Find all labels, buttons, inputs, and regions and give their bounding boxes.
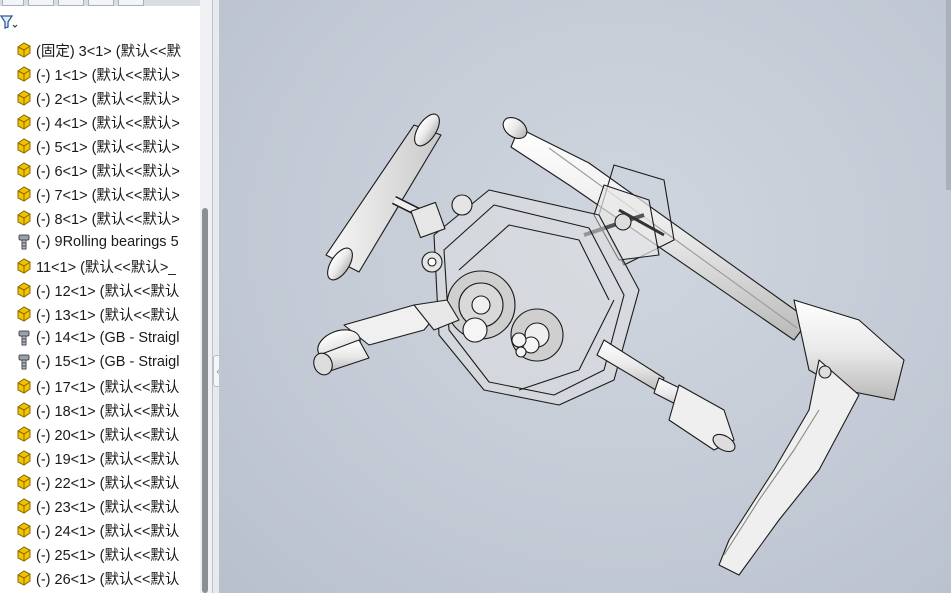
tree-item-label: (-) 23<1> (默认<<默认 <box>36 499 180 516</box>
part-icon <box>14 376 34 396</box>
tree-item-label: (-) 19<1> (默认<<默认 <box>36 451 180 468</box>
tree-item[interactable]: (固定) 3<1> (默认<<默 <box>14 38 200 62</box>
panel-tabs <box>0 0 212 6</box>
tab-dimxpert-manager[interactable] <box>88 0 114 6</box>
part-icon <box>14 472 34 492</box>
bolt-icon <box>14 232 34 252</box>
tree-item-label: (-) 18<1> (默认<<默认 <box>36 403 180 420</box>
tree-item[interactable]: (-) 17<1> (默认<<默认 <box>14 374 200 398</box>
tree-item[interactable]: (-) 18<1> (默认<<默认 <box>14 398 200 422</box>
tree-item-label: (-) 26<1> (默认<<默认 <box>36 571 180 588</box>
part-icon <box>14 64 34 84</box>
part-icon <box>14 160 34 180</box>
tree-item[interactable]: (-) 22<1> (默认<<默认 <box>14 470 200 494</box>
tree-item[interactable]: (-) 14<1> (GB - Straigl <box>14 326 200 350</box>
tab-display-manager[interactable] <box>118 0 144 6</box>
crank-handle <box>313 299 460 376</box>
spindle-chuck <box>596 339 736 453</box>
tree-item-label: (-) 13<1> (默认<<默认 <box>36 307 180 324</box>
part-icon <box>14 568 34 588</box>
tree-item[interactable]: (-) 24<1> (默认<<默认 <box>14 518 200 542</box>
tree-item-label: (-) 22<1> (默认<<默认 <box>36 475 180 492</box>
tree-item[interactable]: (-) 12<1> (默认<<默认 <box>14 278 200 302</box>
tree-item[interactable]: (-) 6<1> (默认<<默认> <box>14 158 200 182</box>
bolt-icon <box>14 352 34 372</box>
feature-tree-panel: (固定) 3<1> (默认<<默 (-) 1<1> (默认<<默认> (-) 2<1… <box>0 0 212 593</box>
tree-item-label: (-) 2<1> (默认<<默认> <box>36 91 180 108</box>
part-icon <box>14 304 34 324</box>
tree-item[interactable]: (-) 7<1> (默认<<默认> <box>14 182 200 206</box>
tree-item[interactable]: (-) 19<1> (默认<<默认 <box>14 446 200 470</box>
part-icon <box>14 208 34 228</box>
tree-item[interactable]: (-) 25<1> (默认<<默认 <box>14 542 200 566</box>
part-icon <box>14 184 34 204</box>
part-icon <box>14 424 34 444</box>
tree-item[interactable]: (-) 9Rolling bearings 5 <box>14 230 200 254</box>
tree-item-label: (-) 1<1> (默认<<默认> <box>36 67 180 84</box>
part-icon <box>14 136 34 156</box>
tree-item-label: (-) 9Rolling bearings 5 <box>36 234 179 250</box>
tree-item-label: (-) 5<1> (默认<<默认> <box>36 139 180 156</box>
tree-item[interactable]: 11<1> (默认<<默认>_ <box>14 254 200 278</box>
tree-item-label: (-) 20<1> (默认<<默认 <box>36 427 180 444</box>
tree-item[interactable]: (-) 15<1> (GB - Straigl <box>14 350 200 374</box>
tree-item-label: (-) 4<1> (默认<<默认> <box>36 115 180 132</box>
tree-item-label: (-) 14<1> (GB - Straigl <box>36 330 180 346</box>
tree-item[interactable]: (-) 2<1> (默认<<默认> <box>14 86 200 110</box>
tab-feature-manager[interactable] <box>2 0 24 6</box>
graphics-viewport[interactable] <box>219 0 951 593</box>
tree-item[interactable]: (-) 13<1> (默认<<默认 <box>14 302 200 326</box>
tree-item-label: (-) 6<1> (默认<<默认> <box>36 163 180 180</box>
drill-press-model[interactable] <box>219 0 951 593</box>
tree-item-label: (-) 15<1> (GB - Straigl <box>36 354 180 370</box>
part-icon <box>14 112 34 132</box>
tree-item[interactable]: (-) 20<1> (默认<<默认 <box>14 422 200 446</box>
component-tree: (固定) 3<1> (默认<<默 (-) 1<1> (默认<<默认> (-) 2<1… <box>14 38 200 590</box>
tree-item[interactable]: (-) 4<1> (默认<<默认> <box>14 110 200 134</box>
filter-icon[interactable] <box>0 14 18 30</box>
part-icon <box>14 40 34 60</box>
part-icon <box>14 544 34 564</box>
part-icon <box>14 88 34 108</box>
tree-item-label: (-) 8<1> (默认<<默认> <box>36 211 180 228</box>
part-icon <box>14 496 34 516</box>
part-icon <box>14 448 34 468</box>
panel-splitter[interactable] <box>212 0 219 593</box>
part-icon <box>14 400 34 420</box>
support-arm <box>718 299 905 576</box>
tree-item-label: (-) 24<1> (默认<<默认 <box>36 523 180 540</box>
tree-item[interactable]: (-) 26<1> (默认<<默认 <box>14 566 200 590</box>
tree-item-label: (-) 25<1> (默认<<默认 <box>36 547 180 564</box>
part-icon <box>14 256 34 276</box>
tree-item-label: (-) 12<1> (默认<<默认 <box>36 283 180 300</box>
tree-item-label: (固定) 3<1> (默认<<默 <box>36 43 182 60</box>
tree-item[interactable]: (-) 23<1> (默认<<默认 <box>14 494 200 518</box>
tree-item-label: 11<1> (默认<<默认>_ <box>36 259 177 276</box>
part-icon <box>14 280 34 300</box>
viewport-scrollbar[interactable] <box>946 0 951 190</box>
tab-property-manager[interactable] <box>28 0 54 6</box>
tree-item[interactable]: (-) 1<1> (默认<<默认> <box>14 62 200 86</box>
tree-scrollbar-thumb[interactable] <box>202 208 208 593</box>
part-icon <box>14 520 34 540</box>
tree-item[interactable]: (-) 8<1> (默认<<默认> <box>14 206 200 230</box>
tab-configuration-manager[interactable] <box>58 0 84 6</box>
bolt-icon <box>14 328 34 348</box>
tree-item-label: (-) 7<1> (默认<<默认> <box>36 187 180 204</box>
tree-item-label: (-) 17<1> (默认<<默认 <box>36 379 180 396</box>
tree-item[interactable]: (-) 5<1> (默认<<默认> <box>14 134 200 158</box>
